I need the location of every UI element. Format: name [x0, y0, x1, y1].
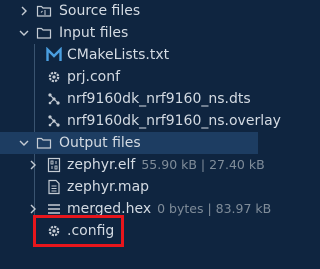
tree-item-prj-conf[interactable]: prj.conf [0, 66, 258, 88]
file-label: prj.conf [67, 69, 121, 85]
tree-item-zephyr-map[interactable]: zephyr.map [0, 176, 258, 198]
file-size-description: 0 bytes | 83.97 kB [157, 201, 272, 216]
tree-item-cmakelists[interactable]: CMakeLists.txt [0, 44, 258, 66]
chevron-right-icon [27, 203, 39, 215]
chevron-right-icon [18, 5, 30, 17]
tree-item-config[interactable]: .config [0, 220, 258, 242]
document-icon [46, 179, 62, 195]
tree-item-merged-hex[interactable]: merged.hex 0 bytes | 83.97 kB [0, 198, 271, 220]
file-label: zephyr.map [67, 179, 150, 195]
tree-group-label: Source files [59, 3, 141, 19]
tree-group-output-files[interactable]: Output files [0, 132, 258, 154]
chevron-down-icon [18, 27, 30, 39]
binary-file-icon [46, 157, 62, 173]
chevron-right-icon [27, 159, 39, 171]
devicetree-icon [46, 91, 62, 107]
file-tree: Source files Input files CMakeLists.txt … [0, 0, 281, 269]
file-label-with-desc: zephyr.elf 55.90 kB | 27.40 kB [67, 154, 265, 176]
tree-group-label: Output files [59, 135, 141, 151]
file-label: nrf9160dk_nrf9160_ns.overlay [67, 113, 281, 129]
file-label: nrf9160dk_nrf9160_ns.dts [67, 91, 251, 107]
tree-group-source-files[interactable]: Source files [0, 0, 258, 22]
devicetree-icon [46, 113, 62, 129]
file-label: CMakeLists.txt [67, 47, 170, 63]
tree-group-label: Input files [59, 25, 129, 41]
file-label: merged.hex [67, 201, 152, 217]
file-label-with-desc: merged.hex 0 bytes | 83.97 kB [67, 198, 271, 220]
list-icon [46, 201, 62, 217]
gear-icon [46, 69, 62, 85]
tree-item-zephyr-elf[interactable]: zephyr.elf 55.90 kB | 27.40 kB [0, 154, 265, 176]
gear-icon [46, 223, 62, 239]
file-label: zephyr.elf [67, 157, 136, 173]
file-size-description: 55.90 kB | 27.40 kB [141, 157, 265, 172]
folder-icon [36, 3, 52, 19]
file-label: .config [67, 223, 115, 239]
tree-item-dts[interactable]: nrf9160dk_nrf9160_ns.dts [0, 88, 258, 110]
tree-group-input-files[interactable]: Input files [0, 22, 258, 44]
chevron-down-icon [18, 137, 30, 149]
folder-icon [36, 25, 52, 41]
cmake-icon [46, 47, 62, 63]
tree-item-overlay[interactable]: nrf9160dk_nrf9160_ns.overlay [0, 110, 281, 132]
folder-icon [36, 135, 52, 151]
